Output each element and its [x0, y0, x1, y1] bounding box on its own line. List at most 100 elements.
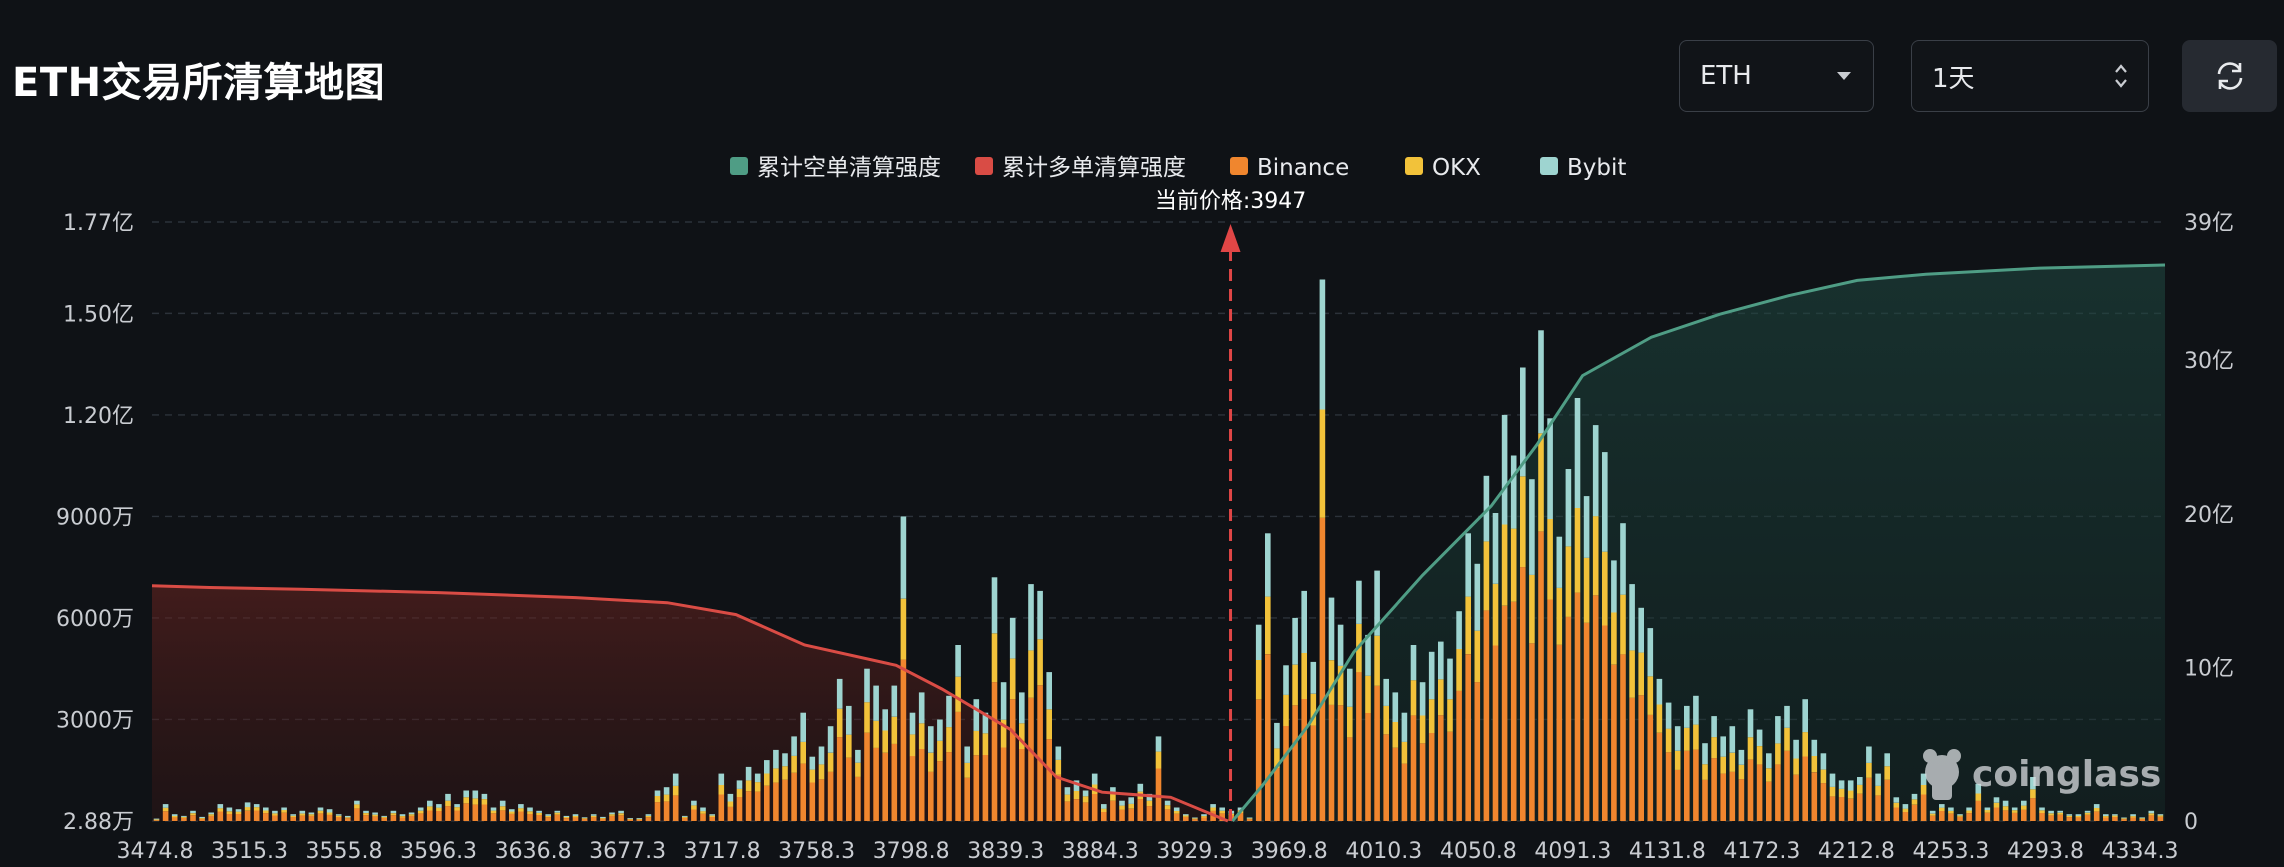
- current-price-label: 当前价格:3947: [1155, 189, 1306, 214]
- bar-segment-okx: [1811, 756, 1818, 773]
- liquidation-bar: [791, 736, 797, 821]
- bar-segment-okx: [1957, 815, 1963, 817]
- bar-segment-bybit: [1128, 797, 1134, 804]
- bar-segment-okx: [2048, 813, 2054, 816]
- liquidation-bar: [1747, 709, 1754, 821]
- liquidation-bar: [427, 800, 433, 821]
- bar-segment-okx: [2121, 818, 2127, 820]
- coin-select-value: ETH: [1700, 61, 1752, 91]
- bar-segment-bybit: [2121, 817, 2127, 819]
- liquidation-bar: [1438, 641, 1444, 821]
- bar-segment-binance: [1638, 695, 1644, 821]
- bar-segment-okx: [1419, 715, 1426, 744]
- bar-segment-bybit: [581, 817, 588, 819]
- bar-segment-bybit: [1629, 584, 1635, 651]
- liquidation-bar: [1866, 746, 1872, 821]
- liquidation-bar: [372, 812, 378, 821]
- bar-segment-binance: [1055, 774, 1062, 821]
- coin-select[interactable]: ETH: [1679, 40, 1874, 112]
- bar-segment-binance: [1183, 816, 1189, 821]
- bar-segment-binance: [691, 809, 697, 821]
- bar-segment-okx: [2066, 815, 2073, 818]
- legend-swatch: [1405, 157, 1423, 175]
- bar-segment-binance: [1902, 812, 1909, 821]
- bar-segment-okx: [682, 816, 688, 818]
- bar-segment-bybit: [2021, 800, 2027, 806]
- bar-segment-binance: [1583, 622, 1590, 821]
- bar-segment-binance: [1656, 732, 1663, 821]
- legend: 累计空单清算强度 累计多单清算强度 Binance OKX Bybit: [730, 155, 1626, 181]
- bar-segment-okx: [226, 811, 233, 814]
- liquidation-bar: [718, 773, 725, 821]
- liquidation-bar: [1283, 665, 1289, 821]
- bar-segment-bybit: [299, 810, 306, 814]
- liquidation-bar: [982, 712, 989, 821]
- bar-segment-bybit: [1155, 736, 1162, 752]
- bar-segment-bybit: [527, 807, 533, 812]
- bar-segment-binance: [1101, 812, 1107, 821]
- y-left-tick-label: 1.50亿: [63, 302, 134, 327]
- bar-segment-bybit: [335, 814, 342, 816]
- bar-segment-okx: [1847, 790, 1854, 799]
- bar-segment-bybit: [900, 516, 907, 599]
- liquidation-bar: [1875, 773, 1881, 821]
- bar-segment-binance: [335, 817, 342, 821]
- bar-segment-bybit: [1219, 807, 1225, 811]
- bar-segment-okx: [818, 764, 825, 780]
- liquidation-bar: [2112, 814, 2118, 821]
- bar-segment-binance: [1766, 781, 1772, 821]
- bar-segment-okx: [654, 796, 661, 803]
- bar-segment-bybit: [1829, 773, 1836, 787]
- legend-swatch: [975, 157, 993, 175]
- liquidation-bar: [436, 804, 442, 821]
- bar-segment-bybit: [1310, 661, 1317, 694]
- bar-segment-binance: [1073, 799, 1080, 821]
- bar-segment-binance: [1574, 592, 1581, 821]
- bar-segment-bybit: [1101, 804, 1107, 809]
- liquidation-bar: [590, 814, 597, 821]
- x-tick-label: 3515.3: [211, 839, 288, 864]
- bar-segment-bybit: [1775, 716, 1781, 744]
- bar-segment-okx: [481, 799, 488, 805]
- bar-segment-bybit: [1283, 665, 1289, 695]
- bar-segment-binance: [1629, 697, 1635, 821]
- bar-segment-okx: [1028, 650, 1034, 698]
- liquidation-bar: [2093, 804, 2100, 821]
- bar-segment-binance: [846, 757, 852, 821]
- bar-segment-bybit: [1292, 617, 1298, 665]
- liquidation-bar: [1410, 645, 1417, 821]
- bar-segment-okx: [663, 794, 670, 802]
- bar-segment-bybit: [600, 816, 606, 818]
- liquidation-bar: [1766, 753, 1772, 821]
- liquidation-bar: [1119, 800, 1125, 821]
- bar-segment-bybit: [436, 804, 442, 808]
- liquidation-bar: [354, 800, 360, 821]
- bar-segment-bybit: [1392, 692, 1399, 722]
- legend-item: OKX: [1405, 155, 1481, 181]
- bar-segment-bybit: [253, 804, 260, 808]
- bar-segment-bybit: [1766, 753, 1772, 769]
- bar-segment-okx: [1875, 785, 1881, 796]
- liquidation-bar: [1829, 773, 1836, 821]
- bar-segment-okx: [764, 773, 770, 786]
- y-left-tick-label: 9000万: [56, 505, 134, 530]
- refresh-button[interactable]: [2182, 40, 2277, 112]
- bar-segment-okx: [754, 782, 761, 792]
- bar-segment-okx: [1073, 790, 1080, 799]
- bar-segment-binance: [1684, 750, 1690, 821]
- bar-segment-bybit: [199, 816, 205, 818]
- bar-segment-okx: [1173, 811, 1180, 814]
- bar-segment-okx: [1110, 793, 1116, 801]
- bar-segment-bybit: [946, 695, 952, 728]
- bar-segment-binance: [736, 797, 743, 821]
- range-select[interactable]: 1天: [1911, 40, 2149, 112]
- bar-segment-bybit: [1948, 807, 1954, 811]
- liquidation-bar: [1173, 807, 1180, 821]
- bar-segment-binance: [1802, 756, 1808, 821]
- bar-segment-okx: [864, 702, 870, 733]
- bar-segment-binance: [536, 815, 542, 821]
- bar-segment-bybit: [1501, 414, 1508, 525]
- bar-segment-bybit: [1875, 773, 1881, 786]
- bar-segment-binance: [527, 814, 533, 821]
- bar-segment-binance: [1510, 601, 1517, 821]
